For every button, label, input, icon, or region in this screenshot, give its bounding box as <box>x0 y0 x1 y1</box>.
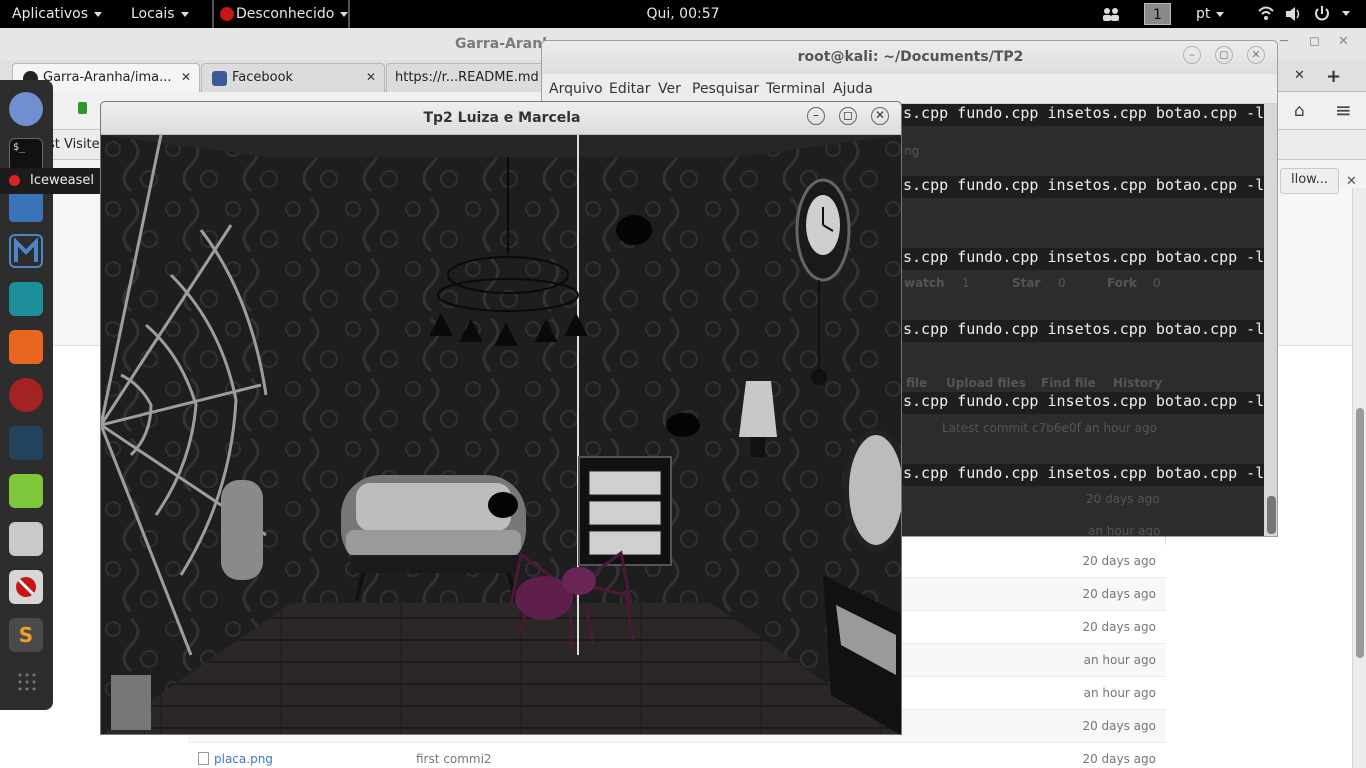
terminal-titlebar[interactable]: root@kali: ~/Documents/TP2 – ◻ ✕ <box>542 41 1277 74</box>
insect <box>666 413 700 437</box>
insect <box>616 215 652 245</box>
scrollbar-thumb[interactable] <box>1356 408 1364 658</box>
tab-readme[interactable]: https://r...README.md <box>386 63 546 92</box>
users-icon[interactable] <box>1102 6 1120 22</box>
facebook-icon <box>212 71 227 86</box>
language-menu[interactable]: pt <box>1196 0 1225 28</box>
scene-canvas[interactable] <box>101 135 902 735</box>
page-scrollbar[interactable] <box>1352 188 1366 768</box>
new-tab-button[interactable]: + <box>1326 66 1341 87</box>
file-age: 20 days ago <box>1082 554 1156 568</box>
close-icon[interactable]: ✕ <box>1294 68 1305 83</box>
file-icon <box>198 752 209 765</box>
armitage-icon[interactable] <box>9 282 43 316</box>
iceweasel-icon <box>9 175 20 186</box>
ghost-text: ng <box>904 144 920 158</box>
metasploit-icon[interactable] <box>9 234 43 268</box>
wifi-icon[interactable] <box>1258 6 1274 21</box>
sublime-text-icon[interactable]: S <box>9 618 43 652</box>
minimize-button[interactable]: – <box>1183 46 1201 64</box>
scrollbar-thumb[interactable] <box>1267 496 1276 534</box>
app-grid-icon[interactable] <box>17 672 37 692</box>
menu-ajuda[interactable]: Ajuda <box>833 81 873 97</box>
ghost-age: an hour ago <box>1088 524 1161 537</box>
volume-icon[interactable] <box>1285 6 1303 22</box>
file-age: 20 days ago <box>1082 587 1156 601</box>
text-editor-icon[interactable] <box>9 474 43 508</box>
burpsuite-icon[interactable] <box>9 330 43 364</box>
gl-window-title: Tp2 Luiza e Marcela <box>423 110 581 126</box>
ghost-history: History <box>1113 376 1163 390</box>
ghost-age: 20 days ago <box>1086 492 1160 506</box>
close-icon[interactable]: ✕ <box>366 70 376 84</box>
top-panel: Aplicativos Locais Desconhecido Qui, 00:… <box>0 0 1366 28</box>
minimize-button[interactable]: – <box>807 107 825 125</box>
close-icon[interactable]: ✕ <box>1338 34 1349 49</box>
dresser <box>578 456 672 566</box>
language-label: pt <box>1196 6 1211 22</box>
menu-ver[interactable]: Ver <box>658 81 681 97</box>
wall-mirror <box>843 429 901 551</box>
maltego-icon[interactable] <box>9 426 43 460</box>
close-icon[interactable]: ✕ <box>1346 174 1357 189</box>
maximize-button[interactable]: ◻ <box>839 107 857 125</box>
hamburger-menu-icon[interactable]: ≡ <box>1335 98 1352 122</box>
tab-facebook[interactable]: Facebook ✕ <box>201 63 385 92</box>
file-age: an hour ago <box>1083 653 1156 667</box>
table-row[interactable]: placa.png first commi2 20 days ago <box>188 743 1166 768</box>
ghost-count: 1 <box>962 276 970 290</box>
dock-tooltip-label: Iceweasel <box>30 173 94 188</box>
tab-label: Garra-Aranha/ima... <box>43 70 172 85</box>
faraday-icon[interactable] <box>9 378 43 412</box>
ghost-latest-commit: Latest commit c7b6e0f an hour ago <box>942 421 1157 435</box>
ghost-file: file <box>906 376 928 390</box>
power-icon[interactable] <box>1314 5 1330 22</box>
follow-button[interactable]: llow... <box>1280 168 1340 194</box>
tab-label: https://r...README.md <box>395 70 539 85</box>
file-age: 20 days ago <box>1082 752 1156 766</box>
maximize-button[interactable]: ◻ <box>1215 46 1233 64</box>
menu-arquivo[interactable]: Arquivo <box>549 81 603 97</box>
close-button[interactable]: ✕ <box>1247 46 1265 64</box>
calculator-icon[interactable] <box>9 522 43 556</box>
lock-icon <box>78 102 87 114</box>
ghost-upload: Upload files <box>946 376 1026 390</box>
recordmydesktop-icon[interactable] <box>9 570 43 604</box>
file-age: an hour ago <box>1083 686 1156 700</box>
ghost-find: Find file <box>1041 376 1096 390</box>
file-age: 20 days ago <box>1082 620 1156 634</box>
maximize-icon[interactable]: ◻ <box>1309 34 1320 49</box>
minimize-icon[interactable]: ─ <box>1280 34 1288 49</box>
menu-pesquisar[interactable]: Pesquisar <box>692 81 759 97</box>
workspace-indicator[interactable]: 1 <box>1144 3 1171 25</box>
chevron-down-icon[interactable] <box>1342 11 1350 16</box>
ghost-star: Star <box>1012 276 1041 290</box>
menu-editar[interactable]: Editar <box>609 81 650 97</box>
dock-tooltip: Iceweasel <box>0 168 100 194</box>
ghost-fork: Fork <box>1107 276 1137 290</box>
file-name-link[interactable]: placa.png <box>214 752 273 766</box>
chevron-down-icon <box>1216 11 1225 17</box>
menu-terminal[interactable]: Terminal <box>766 81 825 97</box>
terminal-icon[interactable]: $_ <box>9 138 43 172</box>
ghost-count: 0 <box>1058 276 1066 290</box>
commit-message[interactable]: first commi2 <box>416 752 492 766</box>
pidgin-icon[interactable] <box>9 92 43 126</box>
ghost-count: 0 <box>1153 276 1161 290</box>
terminal-scrollbar[interactable] <box>1264 104 1277 536</box>
close-icon[interactable]: ✕ <box>181 70 191 84</box>
tab-label: Facebook <box>232 70 294 85</box>
opengl-window[interactable]: Tp2 Luiza e Marcela – ◻ ✕ <box>100 101 902 735</box>
ghost-watch: watch <box>904 276 945 290</box>
terminal-title: root@kali: ~/Documents/TP2 <box>797 49 1024 65</box>
file-age: 20 days ago <box>1082 719 1156 733</box>
home-icon[interactable]: ⌂ <box>1294 101 1305 121</box>
insect <box>488 492 518 518</box>
close-button[interactable]: ✕ <box>871 107 889 125</box>
terminal-menubar: Arquivo Editar Ver Pesquisar Terminal Aj… <box>542 74 1277 104</box>
gl-titlebar[interactable]: Tp2 Luiza e Marcela – ◻ ✕ <box>101 102 901 135</box>
